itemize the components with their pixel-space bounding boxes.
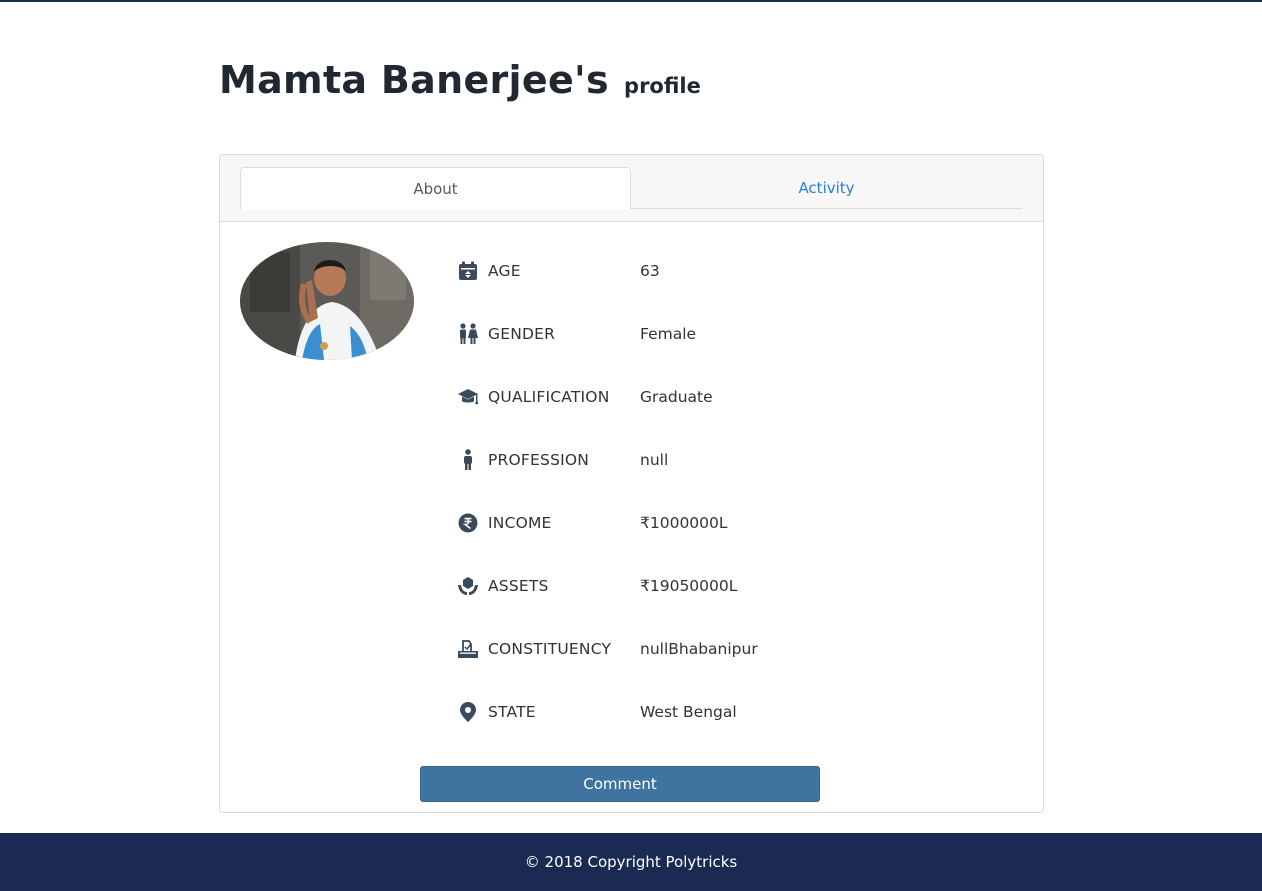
income-value: ₹1000000L — [640, 514, 728, 532]
top-border — [0, 0, 1262, 2]
page-title: Mamta Banerjee's profile — [219, 58, 701, 102]
info-row-qualification: QUALIFICATION Graduate — [456, 383, 1016, 411]
avatar-photo — [240, 242, 414, 360]
profile-name: Mamta Banerjee's — [219, 58, 609, 102]
footer-copyright: © 2018 Copyright Polytricks — [524, 853, 738, 871]
rupee-coin-icon — [456, 511, 480, 535]
info-row-assets: ASSETS ₹19050000L — [456, 572, 1016, 600]
info-row-income: INCOME ₹1000000L — [456, 509, 1016, 537]
info-row-profession: PROFESSION null — [456, 446, 1016, 474]
comment-button[interactable]: Comment — [420, 766, 820, 802]
assets-hands-icon — [456, 574, 480, 598]
voting-box-icon — [456, 637, 480, 661]
profession-label: PROFESSION — [488, 451, 590, 469]
constituency-value: nullBhabanipur — [640, 640, 758, 658]
gender-icon — [456, 322, 480, 346]
qualification-label: QUALIFICATION — [488, 388, 610, 406]
gender-value: Female — [640, 325, 697, 343]
state-value: West Bengal — [640, 703, 737, 721]
profile-title-suffix: profile — [624, 74, 701, 98]
info-row-age: AGE 63 — [456, 257, 1016, 285]
graduation-cap-icon — [456, 385, 480, 409]
qualification-value: Graduate — [640, 388, 713, 406]
footer: © 2018 Copyright Polytricks — [0, 833, 1262, 891]
info-row-constituency: CONSTITUENCY nullBhabanipur — [456, 635, 1016, 663]
state-label: STATE — [488, 703, 536, 721]
assets-value: ₹19050000L — [640, 577, 738, 595]
profession-value: null — [640, 451, 669, 469]
tab-activity[interactable]: Activity — [631, 167, 1022, 209]
gender-label: GENDER — [488, 325, 556, 343]
info-row-state: STATE West Bengal — [456, 698, 1016, 726]
calendar-icon — [456, 259, 480, 283]
tab-about[interactable]: About — [240, 167, 631, 210]
age-label: AGE — [488, 262, 521, 280]
profile-card: About Activity AGE 63 GENDER Female QUAL… — [219, 154, 1044, 813]
constituency-label: CONSTITUENCY — [488, 640, 612, 658]
tab-bar: About Activity — [240, 167, 1022, 210]
age-value: 63 — [640, 262, 660, 280]
card-header: About Activity — [220, 155, 1043, 222]
income-label: INCOME — [488, 514, 552, 532]
map-pin-icon — [456, 700, 480, 724]
assets-label: ASSETS — [488, 577, 549, 595]
person-icon — [456, 448, 480, 472]
info-row-gender: GENDER Female — [456, 320, 1016, 348]
avatar — [240, 242, 414, 360]
